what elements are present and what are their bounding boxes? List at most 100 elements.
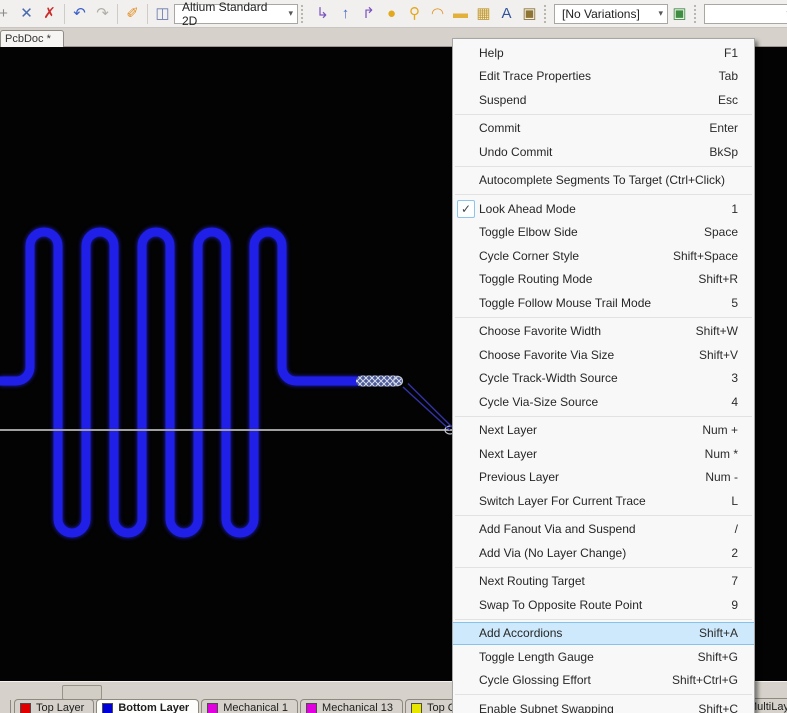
menu-item-label: Help [479, 46, 724, 60]
layer-tab-top-layer[interactable]: Top Layer [14, 699, 94, 713]
variations-combo[interactable]: [No Variations] ▾ [554, 4, 668, 24]
menu-separator [455, 317, 752, 318]
layer-tab-label: Top Layer [36, 702, 84, 713]
menu-item-next-layer[interactable]: Next LayerNum + [453, 419, 754, 443]
menu-item-shortcut: Num - [705, 470, 754, 484]
route-select-icon[interactable]: ↑ [334, 3, 357, 25]
clear-violations-icon[interactable]: ✗ [38, 3, 61, 25]
menu-item-cycle-track-width-source[interactable]: Cycle Track-Width Source3 [453, 367, 754, 391]
menu-item-label: Add Via (No Layer Change) [479, 546, 731, 560]
place-component-icon[interactable]: ▣ [518, 3, 541, 25]
menu-item-choose-favorite-via-size[interactable]: Choose Favorite Via SizeShift+V [453, 343, 754, 367]
menu-item-label: Cycle Track-Width Source [479, 371, 731, 385]
menu-item-add-accordions[interactable]: Add AccordionsShift+A [453, 622, 754, 646]
menu-item-shortcut: F1 [724, 46, 754, 60]
menu-item-shortcut: / [735, 522, 754, 536]
toolbar: +✕✗↶↷✐◫Altium Standard 2D▾↳↑↱●⚲◠▬▦A▣[No … [0, 0, 787, 28]
menu-item-label: Edit Trace Properties [479, 69, 719, 83]
scene-filter-icon[interactable]: ◫ [151, 3, 174, 25]
menu-item-label: Choose Favorite Via Size [479, 348, 699, 362]
menu-item-shortcut: Shift+Space [673, 249, 754, 263]
menu-item-cycle-glossing-effort[interactable]: Cycle Glossing EffortShift+Ctrl+G [453, 669, 754, 693]
menu-item-switch-layer-for-current-trace[interactable]: Switch Layer For Current TraceL [453, 489, 754, 513]
interactive-routing-icon[interactable]: ↳ [311, 3, 334, 25]
menu-item-shortcut: 7 [731, 574, 754, 588]
wand-icon[interactable]: ✐ [121, 3, 144, 25]
menu-item-next-routing-target[interactable]: Next Routing Target7 [453, 570, 754, 594]
menu-item-label: Switch Layer For Current Trace [479, 494, 731, 508]
variant-chip-icon[interactable]: ▣ [668, 3, 691, 25]
menu-item-add-via-no-layer-change[interactable]: Add Via (No Layer Change)2 [453, 541, 754, 565]
toolbar-group-handle [694, 5, 701, 23]
menu-item-toggle-elbow-side[interactable]: Toggle Elbow SideSpace [453, 221, 754, 245]
menu-item-next-layer[interactable]: Next LayerNum * [453, 442, 754, 466]
variations-combo-value: [No Variations] [562, 7, 640, 21]
menu-item-undo-commit[interactable]: Undo CommitBkSp [453, 140, 754, 164]
undo-icon[interactable]: ↶ [68, 3, 91, 25]
menu-item-label: Commit [479, 121, 709, 135]
menu-item-cycle-via-size-source[interactable]: Cycle Via-Size Source4 [453, 390, 754, 414]
accordion-trace [0, 232, 360, 533]
menu-separator [455, 416, 752, 417]
fill-icon[interactable]: ▬ [449, 3, 472, 25]
layer-tab-label: Bottom Layer [118, 702, 189, 713]
view-style-combo[interactable]: Altium Standard 2D▾ [174, 4, 298, 24]
menu-item-choose-favorite-width[interactable]: Choose Favorite WidthShift+W [453, 320, 754, 344]
layer-color-swatch [102, 703, 113, 713]
menu-item-toggle-follow-mouse-trail-mode[interactable]: Toggle Follow Mouse Trail Mode5 [453, 291, 754, 315]
menu-item-shortcut: Shift+G [698, 650, 754, 664]
menu-item-autocomplete-segments-to-target-ctrl-click[interactable]: Autocomplete Segments To Target (Ctrl+Cl… [453, 169, 754, 193]
menu-item-shortcut: Tab [719, 69, 754, 83]
clipped-tab-stub [0, 700, 11, 713]
checkmark-box: ✓ [453, 200, 479, 218]
menu-item-toggle-length-gauge[interactable]: Toggle Length GaugeShift+G [453, 645, 754, 669]
menu-item-label: Choose Favorite Width [479, 324, 696, 338]
chevron-down-icon[interactable]: ▾ [658, 8, 663, 19]
multi-route-icon[interactable]: ↱ [357, 3, 380, 25]
menu-item-label: Toggle Follow Mouse Trail Mode [479, 296, 731, 310]
arc-icon[interactable]: ◠ [426, 3, 449, 25]
toolbar-separator [147, 4, 148, 24]
chevron-down-icon[interactable]: ▾ [288, 8, 293, 19]
menu-item-suspend[interactable]: SuspendEsc [453, 88, 754, 112]
menu-separator [455, 166, 752, 167]
menu-item-shortcut: Shift+R [698, 272, 754, 286]
menu-item-label: Toggle Length Gauge [479, 650, 698, 664]
place-text-icon[interactable]: A [495, 3, 518, 25]
pcb-editor-window: +✕✗↶↷✐◫Altium Standard 2D▾↳↑↱●⚲◠▬▦A▣[No … [0, 0, 787, 713]
menu-item-shortcut: Shift+V [699, 348, 754, 362]
view-style-combo-value: Altium Standard 2D [182, 0, 282, 28]
layer-tab-mechanical-13[interactable]: Mechanical 13 [300, 699, 403, 713]
menu-item-cycle-corner-style[interactable]: Cycle Corner StyleShift+Space [453, 244, 754, 268]
menu-item-label: Add Fanout Via and Suspend [479, 522, 735, 536]
menu-item-help[interactable]: HelpF1 [453, 41, 754, 65]
menu-item-label: Undo Commit [479, 145, 709, 159]
move-icon[interactable]: + [0, 3, 15, 25]
redo-icon[interactable]: ↷ [91, 3, 114, 25]
menu-item-toggle-routing-mode[interactable]: Toggle Routing ModeShift+R [453, 268, 754, 292]
menu-item-shortcut: 3 [731, 371, 754, 385]
pad-array-icon[interactable]: ▦ [472, 3, 495, 25]
menu-item-look-ahead-mode[interactable]: ✓Look Ahead Mode1 [453, 197, 754, 221]
via-icon[interactable]: ⚲ [403, 3, 426, 25]
layer-color-swatch [411, 703, 422, 713]
menu-item-enable-subnet-swapping[interactable]: Enable Subnet SwappingShift+C [453, 697, 754, 713]
menu-item-swap-to-opposite-route-point[interactable]: Swap To Opposite Route Point9 [453, 593, 754, 617]
break-track-icon[interactable]: ✕ [15, 3, 38, 25]
menu-item-label: Cycle Corner Style [479, 249, 673, 263]
layer-tab-bottom-layer[interactable]: Bottom Layer [96, 699, 199, 713]
pad-icon[interactable]: ● [380, 3, 403, 25]
menu-item-edit-trace-properties[interactable]: Edit Trace PropertiesTab [453, 65, 754, 89]
extra-combo[interactable]: ▾ [704, 4, 787, 24]
routing-context-menu: HelpF1Edit Trace PropertiesTabSuspendEsc… [452, 38, 755, 713]
menu-item-add-fanout-via-and-suspend[interactable]: Add Fanout Via and Suspend/ [453, 518, 754, 542]
layer-tab-mechanical-1[interactable]: Mechanical 1 [201, 699, 298, 713]
menu-item-label: Next Layer [479, 423, 702, 437]
menu-item-commit[interactable]: CommitEnter [453, 117, 754, 141]
menu-item-label: Cycle Glossing Effort [479, 673, 672, 687]
menu-item-shortcut: Num * [705, 447, 754, 461]
document-tab-pcbdoc[interactable]: PcbDoc * [0, 30, 64, 47]
check-icon: ✓ [457, 200, 475, 218]
menu-item-label: Look Ahead Mode [479, 202, 731, 216]
menu-item-previous-layer[interactable]: Previous LayerNum - [453, 466, 754, 490]
